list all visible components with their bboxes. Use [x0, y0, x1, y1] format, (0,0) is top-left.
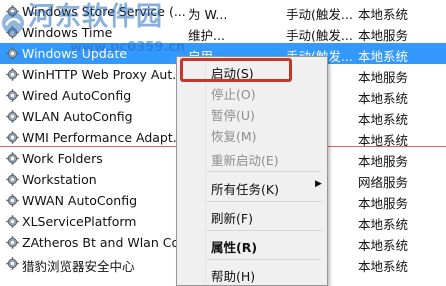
menu-item-label: 所有任务(K) — [211, 182, 279, 197]
menu-item-restart[interactable]: 重新启动(E) — [179, 147, 325, 169]
service-gear-icon — [6, 194, 19, 207]
service-description: 为 W... — [188, 7, 228, 22]
watermark-text: 河东软件园 — [28, 2, 164, 32]
menu-item-help[interactable]: 帮助(H) — [179, 263, 325, 285]
service-startup-type: 手动(触发... — [286, 28, 352, 43]
service-logon-as: 网络服务 — [358, 175, 409, 190]
menu-item-pause[interactable]: 暂停(U) — [179, 102, 325, 124]
menu-item-label: 恢复(M) — [211, 129, 257, 144]
service-name: WinHTTP Web Proxy Aut... — [22, 67, 185, 82]
service-logon-as: 本地系统 — [358, 7, 409, 22]
service-gear-icon — [6, 68, 19, 81]
service-startup-type: 手动(触发... — [286, 7, 352, 22]
service-logon-as: 本地服务 — [358, 70, 409, 85]
menu-item-label: 停止(O) — [211, 87, 256, 102]
highlight-box — [180, 58, 292, 82]
service-name: ZAtheros Bt and Wlan Co... — [22, 235, 187, 250]
service-name: Wired AutoConfig — [22, 88, 132, 103]
service-logon-as: 本地系统 — [358, 238, 409, 253]
service-gear-icon — [6, 152, 19, 165]
service-name: Workstation — [22, 172, 97, 187]
service-logon-as: 本地系统 — [358, 91, 409, 106]
service-gear-icon — [6, 131, 19, 144]
menu-item-label: 重新启动(E) — [211, 153, 279, 168]
menu-item-all-tasks[interactable]: 所有任务(K) ▶ — [179, 176, 325, 198]
service-name: WWAN AutoConfig — [22, 193, 138, 208]
menu-item-resume[interactable]: 恢复(M) — [179, 123, 325, 145]
service-logon-as: 本地系统 — [358, 259, 409, 274]
menu-item-label: 属性(R) — [211, 240, 258, 255]
service-gear-icon — [6, 215, 19, 228]
service-logon-as: 本地服务 — [358, 28, 409, 43]
submenu-arrow-icon: ▶ — [315, 179, 322, 189]
service-logon-as: 本地系统 — [358, 49, 409, 64]
menu-item-label: 暂停(U) — [211, 108, 255, 123]
service-name: Work Folders — [22, 151, 103, 166]
service-gear-icon — [6, 89, 19, 102]
menu-separator — [207, 230, 321, 231]
service-name: WMI Performance Adapt... — [22, 130, 185, 145]
service-gear-icon — [6, 110, 19, 123]
watermark-url: www.pc0359.cn — [70, 40, 186, 55]
service-name: WLAN AutoConfig — [22, 109, 133, 124]
menu-separator — [207, 259, 321, 260]
service-gear-icon — [6, 257, 19, 270]
menu-separator — [207, 201, 321, 202]
menu-item-label: 刷新(F) — [211, 211, 253, 226]
menu-item-label: 帮助(H) — [211, 269, 256, 284]
watermark-logo-icon — [0, 10, 26, 36]
service-name: 猎豹浏览器安全中心 — [22, 259, 135, 274]
menu-item-stop[interactable]: 停止(O) — [179, 81, 325, 103]
menu-item-properties[interactable]: 属性(R) — [179, 234, 325, 256]
service-gear-icon — [6, 236, 19, 249]
service-description: 维护... — [188, 28, 225, 43]
service-logon-as: 本地系统 — [358, 112, 409, 127]
service-name: XLServicePlatform — [22, 214, 137, 229]
context-menu: 启动(S) 停止(O) 暂停(U) 恢复(M) 重新启动(E) 所有任务(K) ▶… — [176, 56, 328, 286]
menu-item-refresh[interactable]: 刷新(F) — [179, 205, 325, 227]
service-gear-icon — [6, 47, 19, 60]
service-logon-as: 本地系统 — [358, 217, 409, 232]
service-gear-icon — [6, 173, 19, 186]
service-logon-as: 本地服务 — [358, 196, 409, 211]
service-logon-as: 本地服务 — [358, 154, 409, 169]
menu-separator — [207, 171, 321, 172]
